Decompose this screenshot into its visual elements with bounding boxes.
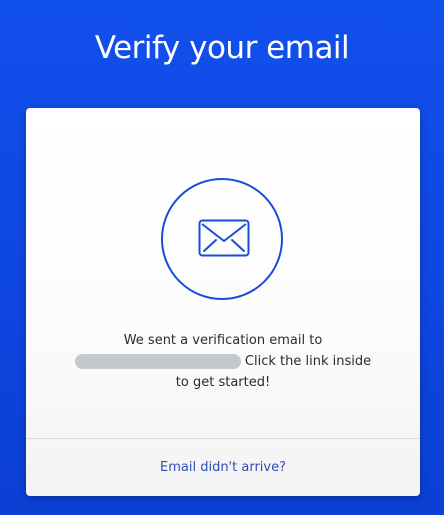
message-line-1: We sent a verification email to — [123, 333, 323, 348]
envelope-icon — [198, 219, 250, 257]
message-line-2: Click the link inside — [26, 351, 420, 372]
verification-card: We sent a verification email to Click th… — [26, 108, 420, 496]
page-title: Verify your email — [94, 30, 350, 66]
message-line-2-text: Click the link inside — [244, 354, 372, 369]
email-didnt-arrive-link[interactable]: Email didn't arrive? — [26, 458, 420, 478]
message-line-3: to get started! — [175, 375, 271, 390]
verification-message: We sent a verification email to Click th… — [26, 330, 420, 393]
envelope-icon-circle — [161, 178, 283, 300]
card-divider — [26, 438, 420, 439]
redacted-email-address — [74, 354, 241, 369]
